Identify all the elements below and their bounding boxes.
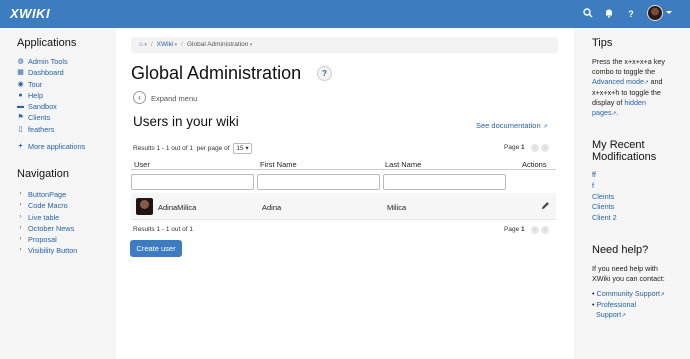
nav-item[interactable]: › Code Macro (16, 200, 77, 211)
user-link[interactable]: AdinaMilica (158, 203, 196, 212)
app-item-tour[interactable]: ◉ Tour (16, 79, 68, 90)
app-item-dashboard[interactable]: ▦ Dashboard (16, 67, 68, 78)
app-item-sandbox[interactable]: ▬ Sandbox (16, 101, 68, 112)
advanced-mode-link[interactable]: Advanced mode (592, 77, 644, 86)
column-header-first-name[interactable]: First Name (260, 160, 297, 169)
chevron-right-icon[interactable]: › (16, 189, 25, 200)
external-link-icon: ↗ (660, 292, 665, 298)
see-documentation-link[interactable]: See documentation ↗ (476, 121, 547, 130)
section-title: Users in your wiki (133, 114, 239, 129)
external-link-icon: ↗ (542, 124, 548, 130)
column-header-actions: Actions (522, 160, 547, 169)
filter-last-name-input[interactable] (383, 174, 506, 190)
chevron-right-icon[interactable]: › (16, 212, 25, 223)
help-links: • Community Support↗ • Professional Supp… (592, 289, 665, 319)
chevron-down-icon[interactable]: ▾ (248, 42, 253, 48)
help-button[interactable]: ? (317, 66, 332, 81)
search-icon[interactable] (582, 8, 594, 20)
hidden-pages-link[interactable]: hidden (624, 98, 646, 107)
create-user-button[interactable]: Create user (130, 240, 182, 257)
nav-item[interactable]: › Live table (16, 212, 77, 223)
app-item-feathers[interactable]: ▯ feathers (16, 124, 68, 135)
table-header: User First Name Last Name Actions (131, 157, 556, 170)
chevron-right-icon[interactable]: › (16, 234, 25, 245)
breadcrumb: ⌂ ▾ / XWiki ▾ / Global Administration ▾ (131, 37, 558, 53)
user-avatar[interactable] (647, 5, 663, 21)
need-help-title: Need help? (592, 244, 649, 256)
chevron-down-icon[interactable] (666, 11, 672, 14)
per-page-select[interactable]: 15 ▾ (233, 143, 252, 154)
dashboard-icon: ▦ (17, 69, 24, 77)
column-header-last-name[interactable]: Last Name (385, 160, 421, 169)
professional-support-link[interactable]: Professional (597, 300, 637, 309)
tips-text: Press the x+x+x+a key combo to toggle th… (592, 57, 665, 117)
globe-icon: ◍ (17, 58, 24, 65)
list-item[interactable]: ff (592, 170, 617, 181)
xwiki-logo[interactable]: XWIKI (10, 6, 50, 21)
app-item-clients[interactable]: ⚑ Clients (16, 112, 68, 123)
page-icon: ▯ (18, 125, 23, 133)
right-sidebar: Tips Press the x+x+x+a key combo to togg… (574, 28, 690, 359)
chevron-down-icon[interactable]: ▾ (143, 42, 147, 48)
left-sidebar: Applications ◍ Admin Tools ▦ Dashboard ◉ To… (0, 28, 116, 359)
top-bar: XWIKI ? (0, 0, 690, 28)
chevron-right-icon[interactable]: › (16, 223, 25, 234)
nav-item[interactable]: › Proposal (16, 234, 77, 245)
list-item[interactable]: Cleints (592, 192, 617, 203)
expand-menu-label[interactable]: Expand menu (151, 94, 197, 103)
recent-list: ff f Cleints Clients Client 2 (592, 170, 617, 224)
chevron-right-icon[interactable]: › (16, 200, 25, 211)
edit-pencil-icon[interactable] (541, 201, 550, 212)
avatar (136, 198, 153, 215)
navigation-title: Navigation (17, 168, 69, 180)
breadcrumb-xwiki[interactable]: XWiki (157, 41, 174, 48)
next-page-button[interactable]: › (541, 144, 549, 152)
list-item[interactable]: f (592, 181, 617, 192)
nav-item[interactable]: › Visibility Button (16, 245, 78, 256)
navigation-list: › ButtonPage › Code Macro › Live table › Oct… (16, 189, 78, 257)
table-row: AdinaMilica Adina Milica (131, 193, 556, 220)
filter-user-input[interactable] (131, 174, 254, 190)
breadcrumb-current: Global Administration (186, 41, 249, 48)
results-summary-bottom: Results 1 - 1 out of 1 (133, 226, 193, 233)
app-item-admin-tools[interactable]: ◍ Admin Tools (16, 56, 67, 67)
first-name-cell: Adina (262, 203, 282, 212)
flag-icon: ⚑ (17, 114, 24, 122)
list-item[interactable]: Client 2 (592, 213, 617, 224)
chevron-right-icon[interactable]: › (16, 245, 25, 256)
results-summary: Results 1 - 1 out of 1 per page of 15 ▾ (133, 143, 252, 154)
applications-title: Applications (17, 37, 77, 49)
applications-list: ◍ Admin Tools ▦ Dashboard ◉ Tour ● Help ▬ San… (16, 56, 68, 135)
plus-icon: + (18, 143, 23, 150)
help-text: If you need help with XWiki you can cont… (592, 264, 665, 283)
help-icon: ● (18, 91, 23, 99)
tour-icon: ◉ (17, 80, 24, 88)
nav-item[interactable]: › October News (16, 223, 77, 234)
column-header-user[interactable]: User (134, 160, 150, 169)
recent-modifications-title: My Recent Modifications (592, 139, 657, 163)
more-apps: + More applications (16, 141, 85, 152)
sandbox-icon: ▬ (17, 103, 24, 111)
more-applications-link[interactable]: + More applications (16, 141, 85, 152)
last-name-cell: Milica (387, 203, 407, 212)
filter-first-name-input[interactable] (257, 174, 380, 190)
expand-menu-button[interactable]: ‹ (133, 91, 146, 104)
next-page-button[interactable]: › (541, 226, 549, 234)
previous-page-button[interactable]: ‹ (531, 226, 539, 234)
pager: Page 1 (504, 144, 525, 151)
nav-item[interactable]: › ButtonPage (16, 189, 77, 200)
chevron-down-icon[interactable]: ▾ (173, 42, 178, 48)
previous-page-button[interactable]: ‹ (531, 144, 539, 152)
app-item-help[interactable]: ● Help (16, 90, 68, 101)
hidden-pages-link[interactable]: pages (592, 108, 612, 117)
professional-support-link[interactable]: Support (596, 310, 621, 319)
tips-title: Tips (592, 37, 613, 49)
list-item[interactable]: Clients (592, 202, 617, 213)
bell-icon[interactable] (603, 8, 615, 20)
community-support-link[interactable]: Community Support (597, 289, 661, 298)
page-title: Global Administration (131, 63, 302, 83)
external-link-icon: ↗ (621, 313, 626, 319)
pager-bottom: Page 1 (504, 226, 525, 233)
help-icon[interactable]: ? (625, 8, 637, 20)
